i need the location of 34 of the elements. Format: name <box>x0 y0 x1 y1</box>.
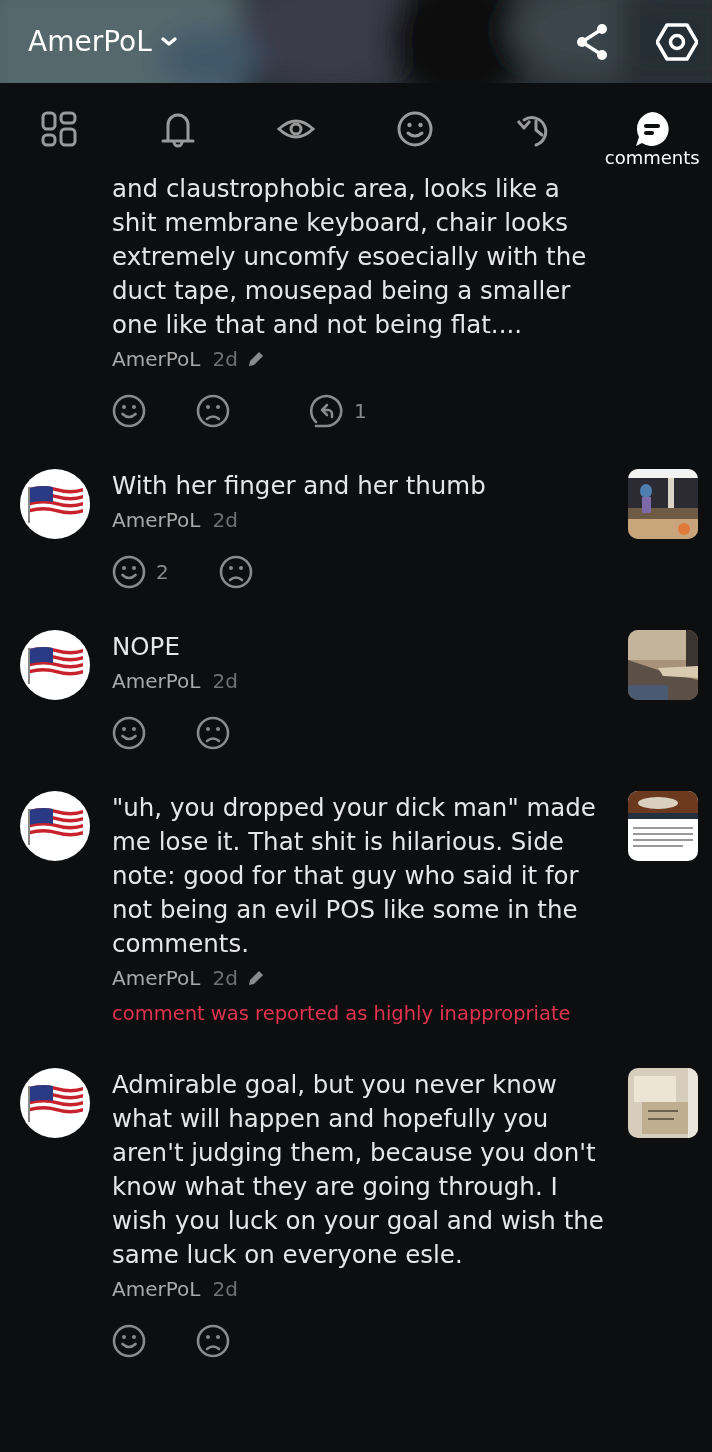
comment-time: 2d <box>212 965 238 992</box>
grid-icon <box>40 110 79 148</box>
comment-time: 2d <box>212 346 238 373</box>
chevron-down-icon[interactable] <box>159 35 178 48</box>
smiley-icon[interactable] <box>112 394 146 428</box>
comment-author[interactable]: AmerPoL <box>112 342 201 376</box>
smiley-icon[interactable] <box>112 555 146 589</box>
settings-icon[interactable] <box>656 20 698 63</box>
smiley-icon[interactable] <box>112 1324 146 1358</box>
reaction-count: 2 <box>156 559 169 586</box>
comment-author[interactable]: AmerPoL <box>112 503 201 537</box>
comment-text: "uh, you dropped your dick man" made me lose it. That shit is hilarious. Side note: good for that guy who said it for not being an evil POS like some in the comments. <box>112 792 597 960</box>
comment-author[interactable]: AmerPoL <box>112 1272 201 1306</box>
comment-time: 2d <box>212 1276 238 1303</box>
reaction-count: 1 <box>354 398 367 425</box>
frowny-icon[interactable] <box>218 555 253 589</box>
comment-text: Admirable goal, but you never know what will happen and hopefully you aren't judging them, because you don't know what they are going through. I wish you luck on your goal and wish the same luck on everyone esle. <box>112 1069 604 1271</box>
frowny-icon[interactable] <box>196 394 230 428</box>
profile-name: AmerPoL <box>28 23 152 60</box>
comment-bubble-icon <box>633 110 672 148</box>
comment-text: and claustrophobic area, looks like a shit membrane keyboard, chair looks extremely uncomfy esoecially with the duct tape, mousepad being a smaller one like that and not being flat.... <box>112 173 588 341</box>
comment-author[interactable]: AmerPoL <box>112 961 201 995</box>
smiley-icon <box>396 110 435 148</box>
comment-time: 2d <box>212 668 238 695</box>
comment-author[interactable]: AmerPoL <box>112 664 201 698</box>
profile-tab[interactable]: comments <box>592 83 712 172</box>
comment-text: NOPE <box>112 631 181 663</box>
frowny-icon[interactable] <box>196 716 230 750</box>
smiley-icon[interactable] <box>112 716 146 750</box>
comment-time: 2d <box>212 507 238 534</box>
report-notice: comment was reported as highly inappropriate <box>112 1001 572 1027</box>
comment-text: With her finger and her thumb <box>112 470 487 502</box>
frowny-icon[interactable] <box>196 1324 230 1358</box>
reply-icon[interactable] <box>310 394 344 428</box>
